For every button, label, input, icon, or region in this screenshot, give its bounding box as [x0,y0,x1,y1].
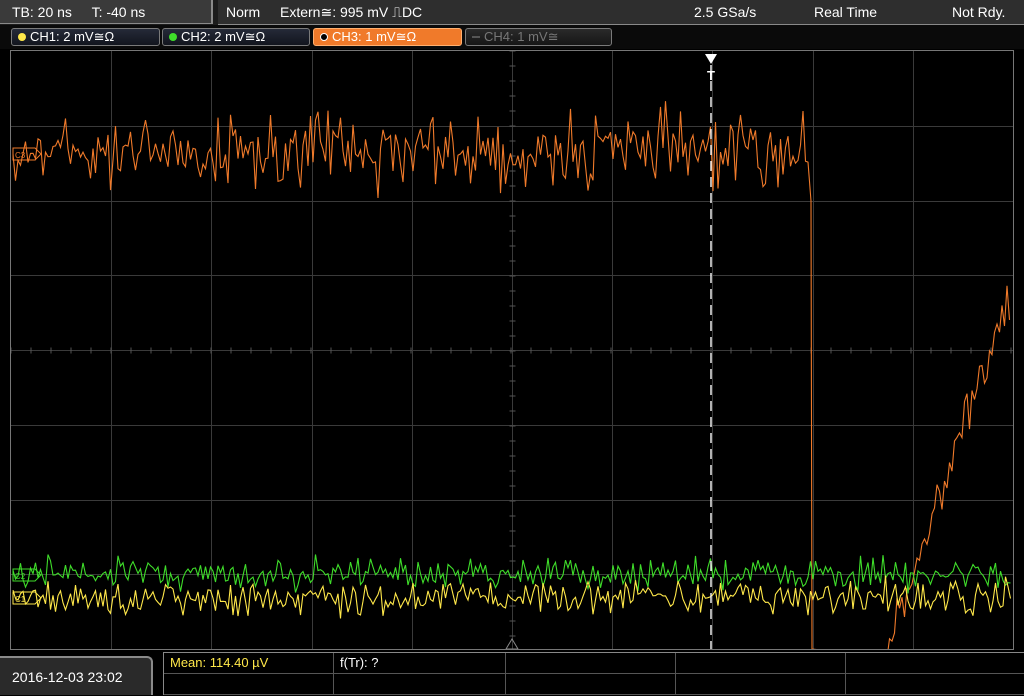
timebase-panel[interactable]: TB: 20 ns T: -40 ns [0,0,213,24]
ch3-dot-icon [320,33,328,41]
ch1-label: CH1: 2 mV [30,29,94,44]
trigger-marker-label: T [707,68,715,83]
trigger-mode: Norm [226,4,261,20]
ch4-label: CH4: 1 mV [484,29,548,44]
measurement-slot-10[interactable] [846,674,1024,695]
trigger-position-icon [705,54,717,64]
frequency-value: ? [371,655,379,670]
waveform-display[interactable]: T C3 C2 C1 [10,50,1014,650]
rising-edge-icon: ⎍ [392,4,402,20]
svg-text:C2: C2 [15,572,26,581]
measurement-slot-3[interactable] [506,653,676,674]
measurement-slot-5[interactable] [846,653,1024,674]
ch4-dash-icon [472,36,480,38]
channel-bar: CH1: 2 mV≅Ω CH2: 2 mV≅Ω CH3: 1 mV≅Ω CH4:… [0,25,1024,49]
channel-tab-ch1[interactable]: CH1: 2 mV≅Ω [11,28,160,46]
ch2-label: CH2: 2 mV [181,29,245,44]
frequency-measurement[interactable]: f(Tr): ? [334,653,506,674]
measurement-slot-9[interactable] [676,674,846,695]
trigger-offset-value: T: -40 ns [91,4,146,20]
trigger-level: 995 mV [339,4,389,20]
center-ticks [11,51,1012,637]
sample-rate: 2.5 GSa/s [694,4,757,20]
measurement-slot-4[interactable] [676,653,846,674]
measurement-slot-7[interactable] [334,674,506,695]
trigger-source: Extern≅: 995 mV ⎍DC [280,4,423,20]
datetime-display: 2016-12-03 23:02 [0,656,153,695]
trigger-coupling: DC [401,4,423,20]
ch2-trace [12,554,1011,594]
channel-tab-ch2[interactable]: CH2: 2 mV≅Ω [162,28,310,46]
mean-value: 114.40 µV [209,655,269,670]
ch3-label: CH3: 1 mV [332,29,396,44]
acquisition-state: Not Rdy. [952,4,1006,20]
svg-text:C3: C3 [15,151,26,160]
channel-tab-ch3[interactable]: CH3: 1 mV≅Ω [313,28,462,46]
status-bar: TB: 20 ns T: -40 ns Norm Extern≅: 995 mV… [0,0,1024,25]
measurement-slot-6[interactable] [164,674,334,695]
timebase-value: TB: 20 ns [12,4,72,20]
svg-text:C1: C1 [15,595,26,604]
ch2-dot-icon [169,33,177,41]
footer-bar: 2016-12-03 23:02 Mean: 114.40 µV f(Tr): … [0,652,1024,695]
ch1-dot-icon [18,33,26,41]
ch1-trace [12,575,1012,619]
channel-tab-ch4[interactable]: CH4: 1 mV≅ [465,28,612,46]
mean-measurement[interactable]: Mean: 114.40 µV [164,653,334,674]
acquisition-mode: Real Time [814,4,878,20]
measurement-panel[interactable]: Mean: 114.40 µV f(Tr): ? [163,652,1024,695]
waveform-canvas: T C3 C2 C1 [11,51,1013,649]
measurement-slot-8[interactable] [506,674,676,695]
trigger-panel[interactable]: Norm Extern≅: 995 mV ⎍DC 2.5 GSa/s Real … [218,0,1024,25]
